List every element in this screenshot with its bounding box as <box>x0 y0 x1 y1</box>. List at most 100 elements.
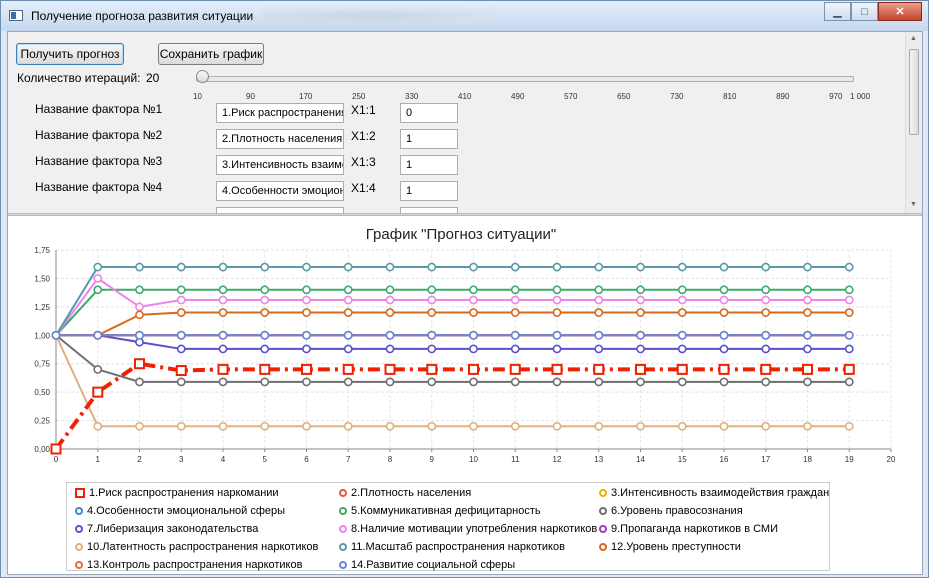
data-point <box>594 295 604 305</box>
data-point <box>260 421 270 431</box>
factor-name-field[interactable]: 4.Особенности эмоциональной сферы <box>216 181 344 201</box>
data-point <box>343 308 353 317</box>
coefficient-field[interactable]: 0 <box>400 103 458 123</box>
data-point <box>93 285 103 295</box>
slider-tick-label: 810 <box>723 92 737 101</box>
data-point <box>343 344 353 354</box>
data-point <box>469 330 478 340</box>
factor-name-field[interactable]: 2.Плотность населения <box>216 129 344 149</box>
factor-name-field[interactable]: 1.Риск распространения наркомании <box>216 103 344 123</box>
data-point <box>677 344 687 354</box>
title-bar[interactable]: Получение прогноза развития ситуации ▁ □… <box>1 1 928 31</box>
data-point <box>385 377 395 387</box>
data-point <box>302 421 311 431</box>
get-forecast-button[interactable]: Получить прогноз <box>16 43 124 65</box>
close-button[interactable]: ✕ <box>878 2 922 21</box>
data-point <box>301 363 312 375</box>
data-point <box>761 344 771 354</box>
series-10 <box>51 330 854 431</box>
maximize-button[interactable]: □ <box>851 2 878 21</box>
data-point <box>385 308 395 317</box>
legend-item: 6.Уровень правосознания <box>599 505 743 517</box>
legend-label: 9.Пропаганда наркотиков в СМИ <box>611 523 778 535</box>
coefficient-field[interactable]: 1 <box>400 155 458 175</box>
data-point <box>510 330 520 340</box>
x-tick-label: 2 <box>137 455 142 464</box>
settings-scrollbar[interactable]: ▲ ▼ <box>905 32 922 213</box>
data-point <box>803 330 812 340</box>
minimize-button[interactable]: ▁ <box>824 2 851 21</box>
data-point <box>427 421 437 431</box>
series-line <box>54 361 850 451</box>
data-point <box>50 443 62 455</box>
data-point <box>510 285 520 295</box>
data-point <box>636 421 645 431</box>
scroll-thumb[interactable] <box>909 49 919 135</box>
data-point <box>469 344 478 354</box>
chart-panel: График "Прогноз ситуации" 0,00 0,25 0,50 0,… <box>8 216 922 574</box>
coefficient-field[interactable]: 1 <box>400 129 458 149</box>
legend-circle-marker-icon <box>75 561 83 569</box>
window-title: Получение прогноза развития ситуации <box>31 9 254 23</box>
data-point <box>719 295 729 305</box>
iterations-slider-track[interactable] <box>196 76 854 82</box>
data-point <box>761 262 771 272</box>
data-point <box>218 330 228 340</box>
slider-tick-label: 10 <box>193 92 202 101</box>
scroll-up-icon[interactable]: ▲ <box>910 35 917 42</box>
data-point <box>302 262 311 272</box>
legend-circle-marker-icon <box>339 543 347 551</box>
coefficient-field[interactable]: 1 <box>400 181 458 201</box>
iterations-slider-thumb[interactable] <box>195 70 209 83</box>
series-line <box>56 311 850 337</box>
y-tick-label: 1,00 <box>34 331 50 340</box>
x-tick-label: 8 <box>388 455 393 464</box>
data-point <box>218 285 228 295</box>
legend-item: 5.Коммуникативная дефицитарность <box>339 505 541 517</box>
data-point <box>719 344 729 354</box>
factor-name-field[interactable]: 3.Интенсивность взаимодействия граждан <box>216 155 344 175</box>
legend-label: 7.Либеризация законодательства <box>87 523 259 535</box>
data-point <box>343 285 353 295</box>
data-point <box>760 363 772 375</box>
data-point <box>134 358 145 370</box>
y-tick-label: 0,75 <box>34 360 50 369</box>
data-point <box>802 363 813 375</box>
legend-item: 12.Уровень преступности <box>599 541 741 553</box>
legend-circle-marker-icon <box>339 561 347 569</box>
data-point <box>803 285 812 295</box>
data-point <box>636 285 645 295</box>
data-point <box>677 308 687 317</box>
x-tick-label: 19 <box>845 455 854 464</box>
data-point <box>636 330 645 340</box>
legend-circle-marker-icon <box>599 489 607 497</box>
data-point <box>93 330 103 340</box>
data-point <box>677 285 687 295</box>
data-point <box>803 344 812 354</box>
factor-label: Название фактора №4 <box>35 180 163 194</box>
data-point <box>636 308 645 317</box>
legend-item: 4.Особенности эмоциональной сферы <box>75 505 285 517</box>
data-point <box>302 377 311 387</box>
save-chart-button[interactable]: Сохранить график <box>158 43 264 65</box>
data-point <box>93 274 103 283</box>
data-point <box>342 363 354 375</box>
main-window: Получение прогноза развития ситуации ▁ □… <box>0 0 929 578</box>
data-point <box>677 295 687 305</box>
data-point <box>92 386 104 398</box>
data-point <box>552 330 562 340</box>
data-point <box>676 363 688 375</box>
data-point <box>803 421 812 431</box>
data-point <box>843 363 855 375</box>
data-point <box>385 421 395 431</box>
data-point <box>385 344 395 354</box>
data-point <box>636 344 645 354</box>
data-point <box>844 262 854 272</box>
data-point <box>175 365 187 377</box>
series-1 <box>50 358 855 455</box>
scroll-down-icon[interactable]: ▼ <box>910 201 917 208</box>
legend-label: 11.Масштаб распространения наркотиков <box>351 541 565 553</box>
legend-circle-marker-icon <box>339 507 347 515</box>
data-point <box>135 310 144 320</box>
data-point <box>302 344 311 354</box>
